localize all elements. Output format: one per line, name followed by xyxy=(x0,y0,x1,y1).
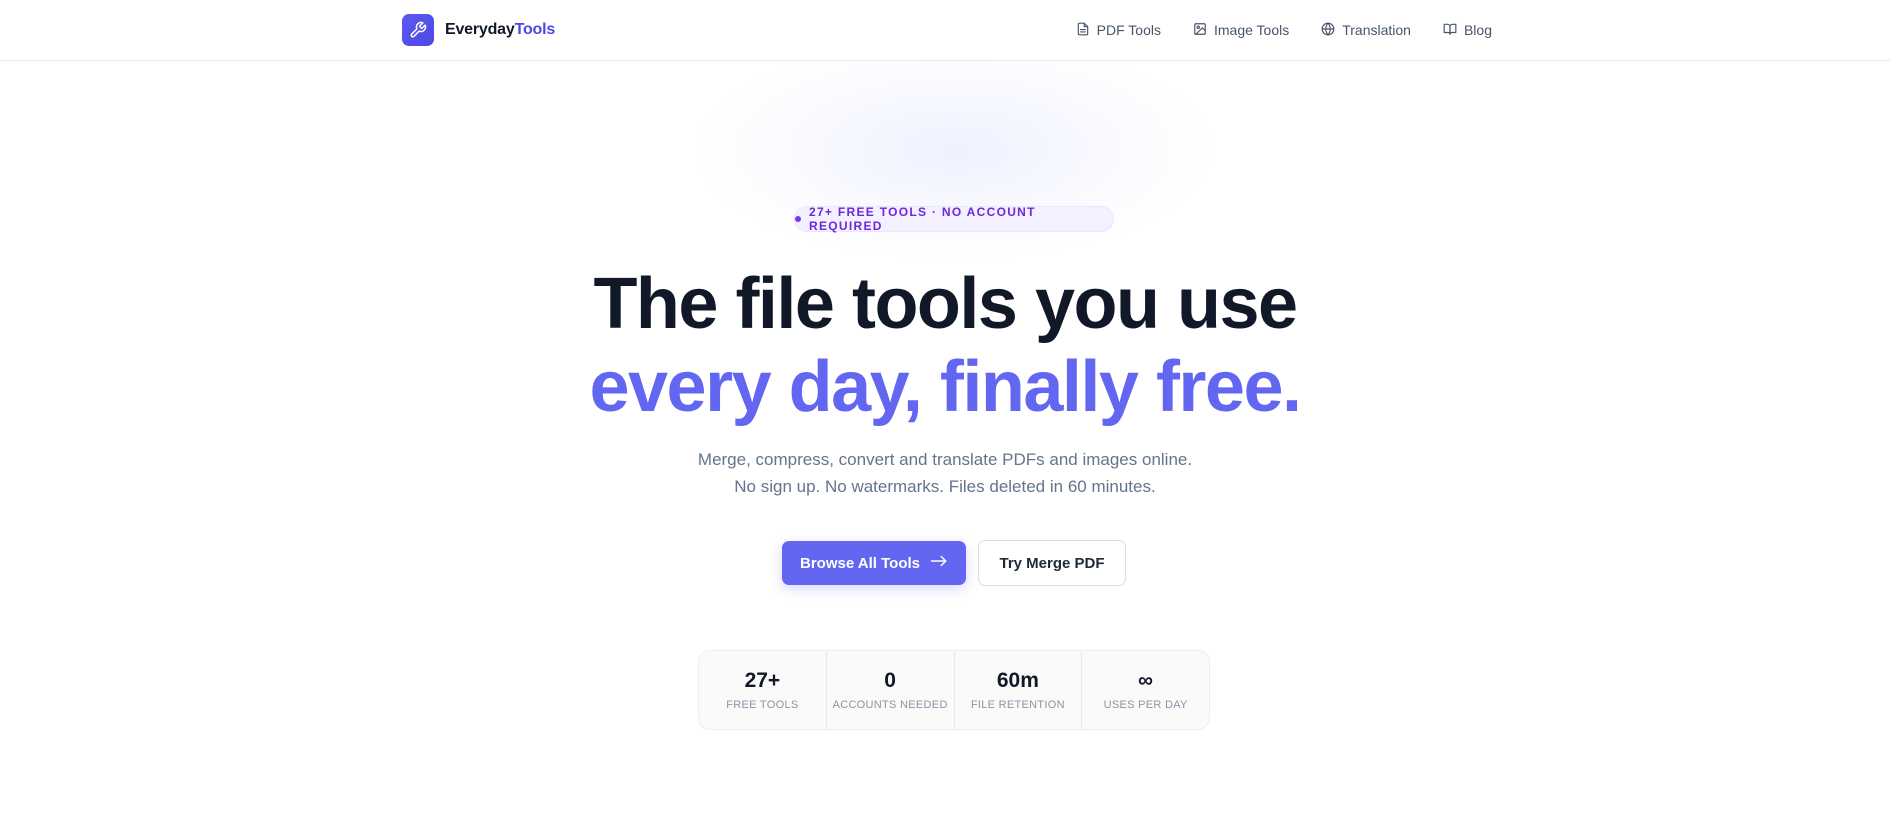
try-merge-pdf-button[interactable]: Try Merge PDF xyxy=(978,540,1126,586)
brand-name-primary: Everyday xyxy=(445,21,515,38)
wrench-icon xyxy=(402,14,434,46)
stat-uses-per-day: ∞ USES PER DAY xyxy=(1082,651,1209,729)
try-merge-pdf-label: Try Merge PDF xyxy=(999,554,1105,572)
brand-name-accent: Tools xyxy=(514,21,556,38)
hero-subtitle-line-2: No sign up. No watermarks. Files deleted… xyxy=(734,477,1156,496)
badge-text: 27+ FREE TOOLS · NO ACCOUNT REQUIRED xyxy=(808,205,1036,233)
stat-accounts-needed: 0 ACCOUNTS NEEDED xyxy=(827,651,955,729)
stat-file-retention: 60m FILE RETENTION xyxy=(955,651,1083,729)
nav-item-blog[interactable]: Blog xyxy=(1443,18,1492,42)
nav-item-image-tools[interactable]: Image Tools xyxy=(1193,18,1289,42)
stat-label: FILE RETENTION xyxy=(970,699,1065,711)
browse-all-tools-label: Browse All Tools xyxy=(799,554,920,572)
hero-badge: 27+ FREE TOOLS · NO ACCOUNT REQUIRED xyxy=(794,205,1114,233)
stat-value: 0 xyxy=(884,669,896,692)
stat-value: 60m xyxy=(996,669,1039,692)
stat-value: ∞ xyxy=(1138,669,1154,692)
document-icon xyxy=(1076,22,1090,39)
stat-label: FREE TOOLS xyxy=(726,699,799,711)
site-header: EverydayTools PDF Tools Image Tools Tran… xyxy=(0,0,1890,61)
hero-cta-row: Browse All Tools Try Merge PDF xyxy=(782,540,1126,586)
nav-item-label: Blog xyxy=(1463,22,1492,38)
brand-name: EverydayTools xyxy=(445,21,555,39)
hero-title-line-1: The file tools you use xyxy=(593,264,1298,344)
badge-dot-icon xyxy=(795,216,801,222)
nav-item-label: PDF Tools xyxy=(1096,22,1161,38)
book-open-icon xyxy=(1443,22,1457,39)
stat-label: USES PER DAY xyxy=(1103,699,1188,711)
stat-free-tools: 27+ FREE TOOLS xyxy=(699,651,827,729)
nav-item-label: Image Tools xyxy=(1213,22,1290,38)
brand-logo-link[interactable]: EverydayTools xyxy=(402,14,555,46)
hero-title-line-2: every day, finally free. xyxy=(589,347,1302,427)
nav-item-label: Translation xyxy=(1342,22,1411,38)
arrow-right-icon xyxy=(930,554,948,572)
stat-value: 27+ xyxy=(744,669,781,692)
image-icon xyxy=(1193,22,1207,39)
main-nav: PDF Tools Image Tools Translation Blog xyxy=(1076,18,1492,42)
hero-subtitle-line-1: Merge, compress, convert and translate P… xyxy=(697,450,1193,469)
stats-bar: 27+ FREE TOOLS 0 ACCOUNTS NEEDED 60m FIL… xyxy=(698,650,1210,730)
stat-label: ACCOUNTS NEEDED xyxy=(832,699,948,711)
nav-item-translation[interactable]: Translation xyxy=(1321,18,1411,42)
nav-item-pdf-tools[interactable]: PDF Tools xyxy=(1076,18,1161,42)
browse-all-tools-button[interactable]: Browse All Tools xyxy=(782,541,966,585)
globe-icon xyxy=(1321,22,1335,39)
